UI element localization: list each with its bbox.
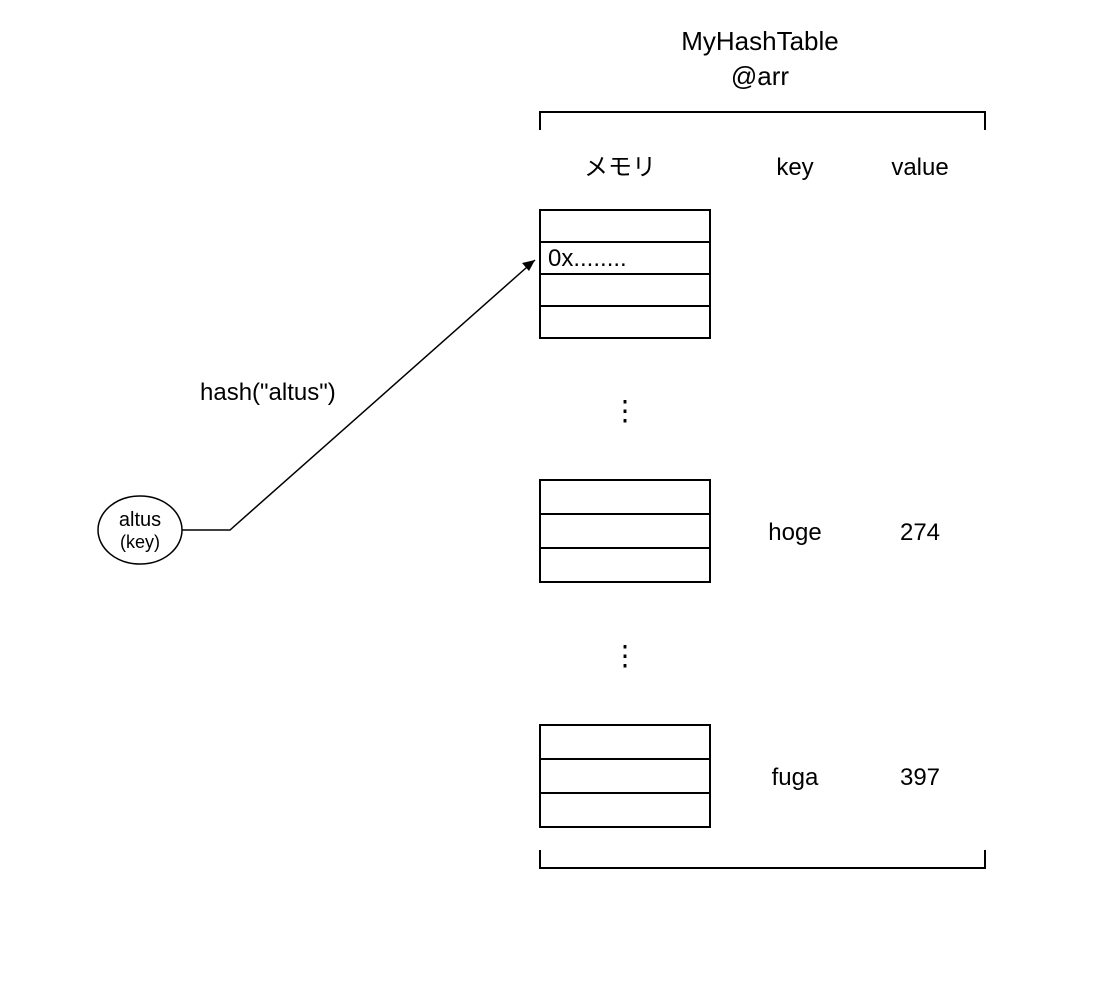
entry-0-key: hoge xyxy=(768,519,821,546)
column-key: key xyxy=(776,154,813,181)
column-memory: メモリ xyxy=(584,154,656,181)
entry-1-value: 397 xyxy=(900,764,940,791)
entry-1-key: fuga xyxy=(772,764,819,791)
ellipsis-1: ⋮ xyxy=(611,395,639,426)
memory-block-2 xyxy=(540,480,710,582)
input-key-caption: (key) xyxy=(120,532,160,552)
title-line1: MyHashTable xyxy=(681,26,839,56)
diagram-canvas: MyHashTable @arr メモリ key value 0x.......… xyxy=(0,0,1102,984)
memory-block-1 xyxy=(540,210,710,338)
ellipsis-2: ⋮ xyxy=(611,640,639,671)
entry-0-value: 274 xyxy=(900,519,940,546)
title-line2: @arr xyxy=(731,61,790,91)
input-key-name: altus xyxy=(119,509,161,531)
bracket-top xyxy=(540,112,985,130)
bracket-bottom xyxy=(540,850,985,868)
memory-address: 0x........ xyxy=(548,245,627,272)
memory-block-3 xyxy=(540,725,710,827)
column-value: value xyxy=(891,154,948,181)
hash-label: hash("altus") xyxy=(200,379,336,406)
